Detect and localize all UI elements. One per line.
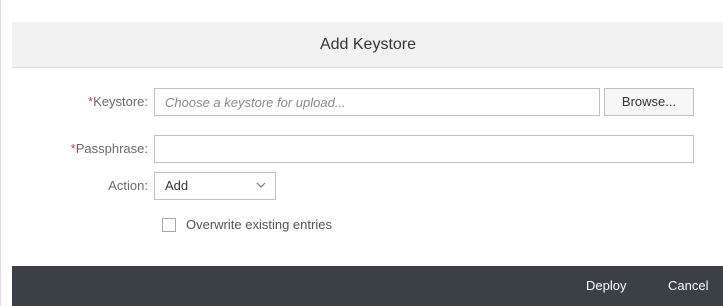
passphrase-label-text: Passphrase:	[75, 141, 148, 156]
passphrase-label: *Passphrase:	[41, 141, 148, 156]
action-label: Action:	[108, 178, 148, 193]
cancel-button[interactable]: Cancel	[668, 266, 708, 306]
dialog-title: Add Keystore	[12, 22, 723, 68]
action-selected-value: Add	[165, 178, 189, 193]
passphrase-input[interactable]	[154, 135, 694, 163]
deploy-button[interactable]: Deploy	[586, 266, 626, 306]
browse-button[interactable]: Browse...	[604, 88, 694, 116]
chevron-down-icon	[256, 182, 266, 188]
overwrite-checkbox[interactable]	[162, 218, 176, 232]
keystore-label: *Keystore:	[41, 94, 148, 109]
dialog-footer: Deploy Cancel	[12, 266, 723, 306]
keystore-file-input[interactable]	[154, 88, 600, 116]
overwrite-label[interactable]: Overwrite existing entries	[186, 217, 332, 232]
add-keystore-dialog: Add Keystore *Keystore: Browse... *Passp…	[0, 0, 723, 306]
action-select[interactable]: Add	[154, 172, 276, 200]
keystore-label-text: Keystore:	[93, 94, 148, 109]
